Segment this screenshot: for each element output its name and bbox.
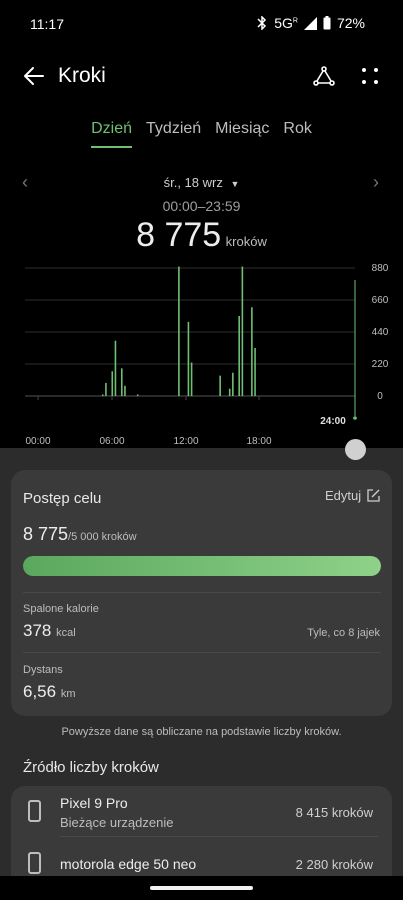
y-tick-label: 220 bbox=[372, 359, 389, 370]
device-name: motorola edge 50 neo bbox=[60, 856, 197, 872]
calories-note: Tyle, co 8 jajek bbox=[307, 627, 380, 639]
divider bbox=[23, 652, 381, 653]
y-tick-label: 0 bbox=[377, 391, 383, 402]
chart-bar bbox=[241, 266, 244, 396]
divider bbox=[23, 592, 381, 593]
edit-button[interactable]: Edytuj bbox=[325, 488, 380, 503]
x-tick-label: 00:00 bbox=[25, 436, 50, 447]
chart-bar bbox=[114, 340, 117, 396]
tab-month[interactable]: Miesiąc bbox=[208, 120, 276, 138]
status-icons: 5GR 72% bbox=[256, 15, 365, 31]
home-indicator[interactable] bbox=[150, 886, 253, 890]
sources-title: Źródło liczby kroków bbox=[23, 759, 159, 776]
chart-bar bbox=[254, 348, 256, 396]
chart-bar bbox=[232, 372, 234, 396]
device-name: Pixel 9 Pro bbox=[60, 795, 128, 811]
distance-value: 6,56 km bbox=[23, 682, 76, 701]
x-tick-label: 12:00 bbox=[173, 436, 198, 447]
chart-bar bbox=[251, 307, 253, 396]
phone-icon bbox=[28, 852, 41, 874]
x-tick-label: 18:00 bbox=[246, 436, 271, 447]
tab-week[interactable]: Tydzień bbox=[139, 120, 208, 138]
chart-bar bbox=[105, 382, 107, 396]
time-range: 00:00–23:59 bbox=[162, 198, 241, 214]
tab-year[interactable]: Rok bbox=[276, 120, 318, 138]
x-tick-label: 06:00 bbox=[99, 436, 124, 447]
battery-icon bbox=[323, 16, 331, 30]
bluetooth-icon bbox=[257, 16, 267, 30]
page-title: Kroki bbox=[58, 64, 106, 87]
chart-bar bbox=[111, 371, 114, 396]
device-steps: 8 415 kroków bbox=[295, 805, 373, 820]
calories-label: Spalone kalorie bbox=[23, 603, 99, 615]
chart-bar bbox=[120, 368, 123, 396]
back-arrow-icon[interactable] bbox=[22, 64, 46, 88]
step-total: 8 775 kroków bbox=[0, 216, 403, 255]
goal-steps: 8 775 bbox=[23, 524, 69, 544]
chart-bar bbox=[228, 388, 231, 396]
more-icon[interactable] bbox=[358, 64, 382, 88]
chart-bar bbox=[187, 321, 190, 396]
chart-bar bbox=[101, 394, 104, 396]
goal-progress-fill bbox=[23, 556, 381, 576]
device-row[interactable]: Pixel 9 Pro Bieżące urządzenie 8 415 kro… bbox=[11, 786, 392, 836]
y-tick-label: 660 bbox=[372, 295, 389, 306]
edit-label: Edytuj bbox=[325, 488, 362, 503]
footnote: Powyższe dane są obliczane na podstawie … bbox=[61, 726, 342, 738]
distance-label: Dystans bbox=[23, 664, 63, 676]
date-label: śr., 18 wrz bbox=[163, 175, 223, 190]
status-time: 11:17 bbox=[30, 16, 64, 32]
device-subtitle: Bieżące urządzenie bbox=[60, 815, 174, 830]
chart-bar bbox=[124, 385, 126, 396]
share-icon[interactable] bbox=[312, 64, 336, 88]
chart-bar bbox=[219, 375, 221, 396]
chart-bar bbox=[190, 362, 193, 396]
phone-icon bbox=[28, 800, 41, 822]
edit-icon bbox=[367, 489, 380, 502]
goal-target: /5 000 kroków bbox=[68, 531, 137, 543]
y-tick-label: 440 bbox=[372, 327, 389, 338]
sheet-handle[interactable] bbox=[345, 439, 366, 460]
chart-bar bbox=[178, 266, 180, 396]
network-label: 5GR bbox=[274, 15, 298, 31]
chart-bar bbox=[238, 316, 240, 396]
chart-bar bbox=[136, 394, 139, 396]
battery-level: 72% bbox=[336, 15, 365, 31]
cursor-dot bbox=[353, 416, 357, 420]
goal-title: Postęp celu bbox=[23, 490, 102, 507]
x-tick-label: 24:00 bbox=[320, 416, 346, 427]
goal-progress-text: 8 775/5 000 kroków bbox=[23, 524, 137, 545]
device-steps: 2 280 kroków bbox=[295, 857, 373, 872]
step-unit: kroków bbox=[225, 234, 267, 249]
steps-chart[interactable]: 880 660 440 220 0 00:00 06:00 12:00 18:00 24:00 bbox=[0, 260, 403, 460]
calories-value: 378 kcal bbox=[23, 621, 76, 640]
dropdown-triangle-icon: ▼ bbox=[230, 179, 240, 189]
goal-progress-bar bbox=[23, 556, 381, 576]
step-count: 8 775 bbox=[136, 216, 222, 254]
sources-card: Pixel 9 Pro Bieżące urządzenie 8 415 kro… bbox=[11, 786, 392, 886]
tab-day[interactable]: Dzień bbox=[84, 120, 139, 148]
signal-icon bbox=[303, 16, 317, 30]
divider bbox=[60, 836, 378, 837]
date-selector[interactable]: śr., 18 wrz ▼ bbox=[0, 175, 403, 190]
y-tick-label: 880 bbox=[372, 263, 389, 274]
period-tabs: Dzień Tydzień Miesiąc Rok bbox=[0, 120, 403, 148]
